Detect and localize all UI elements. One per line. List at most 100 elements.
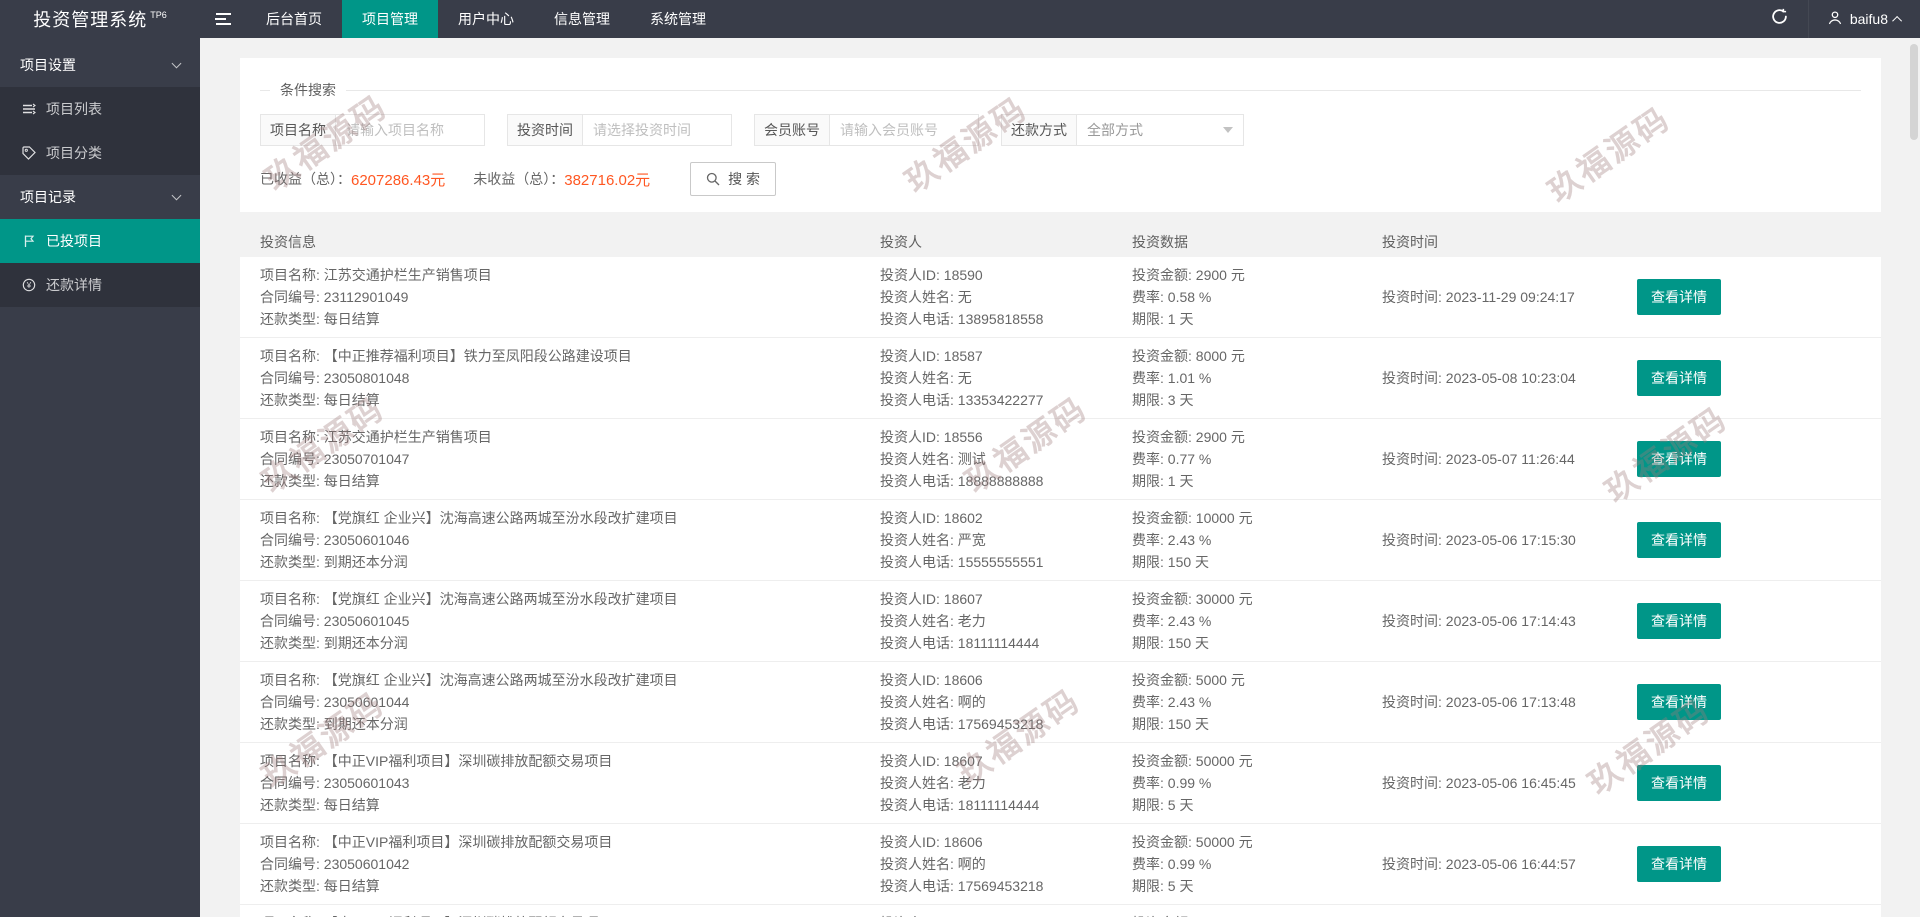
user-icon — [1827, 10, 1843, 29]
nav-item-projects[interactable]: 项目管理 — [342, 0, 438, 38]
invest-time-line: 投资时间: 2023-05-06 17:14:43 — [1382, 613, 1576, 629]
nav-item-home[interactable]: 后台首页 — [246, 0, 342, 38]
contract-number-line: 合同编号: 23050601044 — [260, 694, 410, 710]
invest-time-input[interactable] — [582, 114, 732, 146]
term-line: 期限: 150 天 — [1132, 716, 1210, 732]
table-row: 项目名称: 【党旗红 企业兴】沈海高速公路两城至汾水段改扩建项目 合同编号: 2… — [240, 500, 1881, 581]
invest-time-cell: 投资时间: 2023-05-07 11:26:44 — [1382, 426, 1637, 492]
project-name-line: 项目名称: 【党旗红 企业兴】沈海高速公路两城至汾水段改扩建项目 — [260, 591, 678, 607]
sidebar-item-project-category[interactable]: 项目分类 — [0, 131, 200, 175]
amount-line: 投资金额: 50000 元 — [1132, 912, 1382, 917]
invest-time-line: 投资时间: 2023-11-29 09:24:17 — [1382, 289, 1575, 305]
view-detail-button[interactable]: 查看详情 — [1637, 522, 1721, 558]
chevron-down-icon — [171, 190, 182, 201]
view-detail-button[interactable]: 查看详情 — [1637, 684, 1721, 720]
sidebar-item-label: 已投项目 — [46, 233, 102, 249]
investor-id-line: 投资人ID: 18602 — [880, 510, 983, 526]
invest-data-cell: 投资金额: 5000 元 费率: 2.43 % 期限: 150 天 — [1132, 669, 1382, 735]
action-cell: 查看详情 — [1637, 345, 1787, 411]
investor-cell: 投资人ID: 18587 投资人姓名: 无 投资人电话: 13353422277 — [880, 345, 1132, 411]
sidebar-item-project-list[interactable]: 项目列表 — [0, 87, 200, 131]
view-detail-button[interactable]: 查看详情 — [1637, 603, 1721, 639]
investor-id-line: 投资人ID: 18587 — [880, 348, 983, 364]
nav-item-system[interactable]: 系统管理 — [630, 0, 726, 38]
investor-name-line: 投资人姓名: 测试 — [880, 451, 986, 467]
sidebar-item-repayment-details[interactable]: ¥ 还款详情 — [0, 263, 200, 307]
investor-cell: 投资人ID: 18556 投资人姓名: 测试 投资人电话: 1888888888… — [880, 426, 1132, 492]
sidebar-item-invested-projects[interactable]: 已投项目 — [0, 219, 200, 263]
contract-number-line: 合同编号: 23112901049 — [260, 289, 409, 305]
action-cell: 查看详情 — [1637, 750, 1787, 816]
invest-data-cell: 投资金额: 2900 元 费率: 0.58 % 期限: 1 天 — [1132, 264, 1382, 330]
sidebar-item-label: 还款详情 — [46, 277, 102, 293]
search-button[interactable]: 搜 索 — [690, 162, 777, 196]
investor-id-line: 投资人ID: 18602 — [880, 912, 1132, 917]
investor-phone-line: 投资人电话: 13895818558 — [880, 311, 1044, 327]
view-detail-button[interactable]: 查看详情 — [1637, 279, 1721, 315]
amount-line: 投资金额: 50000 元 — [1132, 753, 1253, 769]
rate-line: 费率: 2.43 % — [1132, 694, 1212, 710]
unearned-total-value: 382716.02元 — [564, 171, 651, 189]
invest-time-cell: 投资时间: 2023-11-29 09:24:17 — [1382, 264, 1637, 330]
earned-total-label: 已收益（总）： — [260, 171, 351, 187]
user-menu[interactable]: baifu8 — [1807, 0, 1920, 38]
contract-number-line: 合同编号: 23050601046 — [260, 532, 410, 548]
invest-time-label: 投资时间 — [507, 114, 582, 146]
member-account-filter: 会员账号 — [754, 114, 979, 146]
earned-total-stat: 已收益（总）： 6207286.43元 — [260, 169, 445, 190]
refresh-button[interactable] — [1751, 0, 1808, 38]
repay-type-line: 还款类型: 每日结算 — [260, 473, 380, 489]
invest-time-cell: 投资时间: 2023-05-06 17:13:48 — [1382, 669, 1637, 735]
amount-line: 投资金额: 8000 元 — [1132, 348, 1245, 364]
investor-name-line: 投资人姓名: 严宽 — [880, 532, 986, 548]
nav-item-info[interactable]: 信息管理 — [534, 0, 630, 38]
invest-info-cell: 项目名称: 【党旗红 企业兴】沈海高速公路两城至汾水段改扩建项目 合同编号: 2… — [240, 669, 880, 735]
contract-number-line: 合同编号: 23050801048 — [260, 370, 410, 386]
invest-time-cell: 投资时间: 2023-05-06 17:15:30 — [1382, 507, 1637, 573]
search-button-label: 搜 索 — [728, 171, 761, 187]
project-name-input[interactable] — [335, 114, 485, 146]
view-detail-button[interactable]: 查看详情 — [1637, 441, 1721, 477]
invest-time-line: 投资时间: 2023-05-06 17:15:30 — [1382, 532, 1576, 548]
scrollbar-thumb[interactable] — [1910, 44, 1918, 140]
repay-type-line: 还款类型: 每日结算 — [260, 878, 380, 894]
sidebar-section-project-records[interactable]: 项目记录 — [0, 175, 200, 219]
view-detail-button[interactable]: 查看详情 — [1637, 846, 1721, 882]
filter-row: 项目名称 投资时间 会员账号 还款方式 全部方式 — [260, 114, 1861, 146]
project-name-line: 项目名称: 江苏交通护栏生产销售项目 — [260, 429, 492, 445]
search-fieldset: 条件搜索 — [260, 80, 1861, 100]
invest-time-cell: 投资时间: 2023-05-08 10:23:04 — [1382, 345, 1637, 411]
action-cell: 查看详情 — [1637, 912, 1787, 917]
invest-time-line: 投资时间: 2023-05-06 16:45:45 — [1382, 775, 1576, 791]
sidebar-section-project-settings[interactable]: 项目设置 — [0, 43, 200, 87]
table-row: 项目名称: 【中正VIP福利项目】深圳碳排放配额交易项目 合同编号: 23050… — [240, 905, 1881, 917]
investor-id-line: 投资人ID: 18606 — [880, 672, 983, 688]
amount-line: 投资金额: 2900 元 — [1132, 429, 1245, 445]
term-line: 期限: 3 天 — [1132, 392, 1194, 408]
repay-method-filter: 还款方式 全部方式 — [1001, 114, 1244, 146]
contract-number-line: 合同编号: 23050601045 — [260, 613, 410, 629]
select-caret-icon — [1223, 127, 1233, 133]
table-row: 项目名称: 【中正VIP福利项目】深圳碳排放配额交易项目 合同编号: 23050… — [240, 824, 1881, 905]
repay-method-select[interactable]: 全部方式 — [1076, 114, 1244, 146]
investor-cell: 投资人ID: 18602 投资人姓名: 严宽 投资人电话: — [880, 912, 1132, 917]
sidebar-item-label: 项目列表 — [46, 101, 102, 117]
project-name-line: 项目名称: 【中正推荐福利项目】铁力至凤阳段公路建设项目 — [260, 348, 632, 364]
contract-number-line: 合同编号: 23050601042 — [260, 856, 410, 872]
contract-number-line: 合同编号: 23050701047 — [260, 451, 410, 467]
term-line: 期限: 150 天 — [1132, 554, 1210, 570]
invest-time-cell: 投资时间: 2023-05-06 16:44:57 — [1382, 831, 1637, 897]
table-row: 项目名称: 【中正VIP福利项目】深圳碳排放配额交易项目 合同编号: 23050… — [240, 743, 1881, 824]
menu-toggle-icon[interactable] — [200, 0, 246, 38]
table-row: 项目名称: 【中正推荐福利项目】铁力至凤阳段公路建设项目 合同编号: 23050… — [240, 338, 1881, 419]
investor-cell: 投资人ID: 18606 投资人姓名: 啊的 投资人电话: 1756945321… — [880, 831, 1132, 897]
invest-info-cell: 项目名称: 【党旗红 企业兴】沈海高速公路两城至汾水段改扩建项目 合同编号: 2… — [240, 507, 880, 573]
member-account-input[interactable] — [829, 114, 979, 146]
rate-line: 费率: 0.99 % — [1132, 856, 1212, 872]
view-detail-button[interactable]: 查看详情 — [1637, 360, 1721, 396]
invest-time-filter: 投资时间 — [507, 114, 732, 146]
view-detail-button[interactable]: 查看详情 — [1637, 765, 1721, 801]
nav-item-users[interactable]: 用户中心 — [438, 0, 534, 38]
invest-info-cell: 项目名称: 江苏交通护栏生产销售项目 合同编号: 23050701047 还款类… — [240, 426, 880, 492]
investor-phone-line: 投资人电话: 17569453218 — [880, 716, 1044, 732]
